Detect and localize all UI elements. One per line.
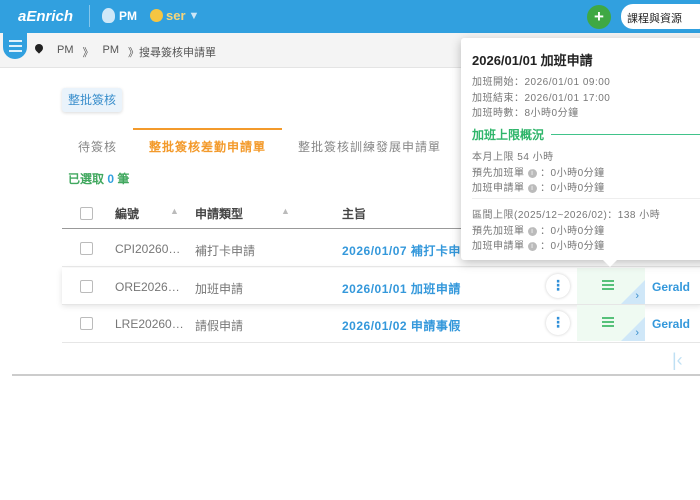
month-pre-overtime: 預先加班單 i ：0小時0分鐘 <box>472 168 605 179</box>
row-checkbox[interactable] <box>80 317 93 330</box>
details-toggle[interactable]: › <box>577 305 645 341</box>
tabs: 待簽核 整批簽核差勤申請單 整批簽核訓練發展申請單 <box>62 128 457 158</box>
chevron-right-icon: › <box>635 327 639 339</box>
range-pre-overtime: 預先加班單 i ：0小時0分鐘 <box>472 226 605 237</box>
info-icon[interactable]: i <box>527 168 537 178</box>
smiley-avatar-icon <box>150 9 163 22</box>
select-all-checkbox[interactable] <box>80 207 93 220</box>
tab-pending[interactable]: 待簽核 <box>62 128 133 158</box>
aenrich-logo[interactable]: aEnrich <box>18 8 73 25</box>
popup-title: 2026/01/01 加班申請 <box>472 53 593 68</box>
tab-batch-training[interactable]: 整批簽核訓練發展申請單 <box>282 128 457 158</box>
row-checkbox[interactable] <box>80 280 93 293</box>
list-icon <box>602 317 614 329</box>
row-divider <box>62 342 700 343</box>
overtime-start: 加班開始：2026/01/01 09:00 <box>472 77 611 88</box>
range-limit: 區間上限(2025/12~2026/02)：138 小時 <box>472 210 661 221</box>
column-header-type[interactable]: 申請類型 <box>195 205 243 222</box>
row-id: LRE20260… <box>115 317 184 331</box>
more-options-icon[interactable]: ⋮ <box>546 311 570 335</box>
breadcrumb-current: 》搜尋簽核申請單 <box>128 47 216 59</box>
month-limit: 本月上限 54 小時 <box>472 152 554 163</box>
column-header-id[interactable]: 編號 <box>115 205 139 222</box>
overtime-detail-popup: 2026/01/01 加班申請 加班開始：2026/01/01 09:00 加班… <box>461 38 700 267</box>
overtime-end: 加班結束：2026/01/01 17:00 <box>472 93 611 104</box>
role-switch[interactable]: PM <box>102 8 137 23</box>
top-header: aEnrich PM ser ▼ + 課程與資源 <box>0 0 700 33</box>
info-icon[interactable]: i <box>527 183 537 193</box>
chevron-right-icon: › <box>635 290 639 302</box>
month-overtime-app: 加班申請單 i ：0小時0分鐘 <box>472 183 605 194</box>
row-applicant[interactable]: Gerald <box>652 280 690 294</box>
info-icon[interactable]: i <box>527 241 537 251</box>
row-type: 請假申請 <box>195 319 244 333</box>
row-applicant[interactable]: Gerald <box>652 317 690 331</box>
sort-icon[interactable]: ▲ <box>281 206 290 216</box>
details-toggle[interactable]: › <box>577 268 645 304</box>
selected-count: 已選取 0 筆 <box>68 172 130 186</box>
breadcrumb-item[interactable]: PM <box>103 44 120 60</box>
resources-button[interactable]: 課程與資源 <box>621 4 700 29</box>
row-subject-link[interactable]: 2026/01/02 申請事假 <box>342 317 461 334</box>
divider <box>89 5 90 27</box>
row-subject-link[interactable]: 2026/01/07 補打卡申 <box>342 242 461 259</box>
limit-section-heading: 加班上限概況 <box>472 126 700 143</box>
sort-icon[interactable]: ▲ <box>170 206 179 216</box>
add-button[interactable]: + <box>587 5 611 29</box>
divider <box>472 198 700 199</box>
overtime-hours: 加班時數：8小時0分鐘 <box>472 108 579 119</box>
list-icon <box>602 280 614 292</box>
more-options-icon[interactable]: ⋮ <box>546 274 570 298</box>
row-id: CPI20260… <box>115 242 181 256</box>
breadcrumb-separator: 》 <box>82 47 94 59</box>
row-subject-link[interactable]: 2026/01/01 加班申請 <box>342 280 461 297</box>
hamburger-menu-icon[interactable] <box>3 33 27 59</box>
first-page-icon[interactable]: |‹ <box>672 350 683 371</box>
caret-down-icon: ▼ <box>188 9 200 22</box>
person-icon <box>102 8 115 23</box>
row-id: ORE2026… <box>115 280 180 294</box>
row-checkbox[interactable] <box>80 242 93 255</box>
user-label: ser <box>166 8 186 23</box>
tab-batch-attendance[interactable]: 整批簽核差勤申請單 <box>133 128 283 158</box>
info-icon[interactable]: i <box>527 226 537 236</box>
row-type: 加班申請 <box>195 282 244 296</box>
column-header-subject: 主旨 <box>342 207 367 221</box>
breadcrumb: PM 》 PM 》搜尋簽核申請單 <box>57 44 216 60</box>
role-label: PM <box>119 8 137 23</box>
user-menu[interactable]: ser ▼ <box>150 8 199 23</box>
breadcrumb-item[interactable]: PM <box>57 44 74 60</box>
range-overtime-app: 加班申請單 i ：0小時0分鐘 <box>472 241 605 252</box>
row-type: 補打卡申請 <box>195 244 256 258</box>
batch-approve-button[interactable]: 整批簽核 <box>62 88 122 112</box>
